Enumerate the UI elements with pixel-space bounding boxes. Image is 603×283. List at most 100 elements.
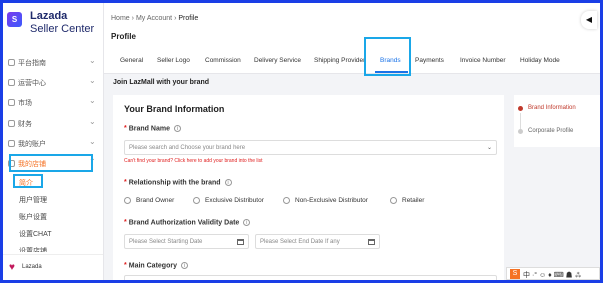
breadcrumb-my-account[interactable]: My Account [136,15,172,22]
lazada-seller-center-logo[interactable]: S Lazada Seller Center [7,10,104,40]
sidebar-item-label: 我的账户 [18,141,46,148]
top-bar: Home › My Account › Profile Profile ◀ [104,3,600,53]
tab-commission[interactable]: Commission [205,57,241,64]
sidebar-item-marketplace[interactable]: 市场 ⌄ [3,94,103,111]
brand-name-label: * Brand Name i [124,125,181,132]
lazada-heart-icon: ♥ [9,262,15,273]
sidebar-subitem-user-management[interactable]: 用户管理 [19,195,47,205]
add-brand-link[interactable]: Can't find your brand? Click here to add… [124,158,263,164]
radio-label: Exclusive Distributor [205,197,264,205]
chevron-down-icon: ⌄ [89,76,96,85]
info-icon[interactable]: i [180,262,188,269]
sidebar-item-label: 运营中心 [18,80,46,87]
required-mark: * [124,262,127,270]
ime-status-icons: 中 ·° ☺ ♦ ⌨ ☗ ⁂ [523,272,582,279]
info-icon[interactable]: i [224,179,232,186]
required-mark: * [124,219,127,227]
radio-circle-icon [193,197,200,204]
sidebar: S Lazada Seller Center 平台指南 ⌄ 运营中心 ⌄ 市场 … [3,3,104,280]
step-corporate-profile[interactable]: Corporate Profile [518,128,574,134]
page-title: Profile [111,32,136,41]
validity-date-label: * Brand Authorization Validity Date i [124,219,251,227]
radio-non-exclusive-distributor[interactable]: Non-Exclusive Distributor [283,197,368,204]
brand-name-label-text: Brand Name [128,125,170,133]
step-label: Brand Information [528,105,576,111]
tab-seller-logo[interactable]: Seller Logo [157,57,190,64]
info-icon[interactable]: i [173,125,181,132]
sidebar-subitem-store-settings[interactable]: 设置店铺 [19,246,47,252]
step-dot-inactive [518,129,523,134]
main-content: Home › My Account › Profile Profile ◀ Ge… [104,3,600,280]
end-date-picker[interactable]: Please Select End Date If any [255,234,380,249]
sidebar-item-my-account[interactable]: 我的账户 ⌄ [3,135,103,152]
radio-exclusive-distributor[interactable]: Exclusive Distributor [193,197,264,204]
end-date-placeholder: Please Select End Date If any [260,239,340,245]
validity-date-label-text: Brand Authorization Validity Date [128,219,240,227]
breadcrumb-separator: › [174,15,177,22]
tab-holiday-mode[interactable]: Holiday Mode [520,57,560,64]
radio-label: Non-Exclusive Distributor [295,197,368,205]
radio-circle-icon [390,197,397,204]
sidebar-subitem-account-settings[interactable]: 账户设置 [19,212,47,222]
radio-label: Retailer [402,197,425,205]
logo-text-lazada: Lazada [30,10,68,22]
ime-toolbar[interactable]: S 中 ·° ☺ ♦ ⌨ ☗ ⁂ [506,267,600,280]
sidebar-item-label: 平台指南 [18,60,46,67]
radio-retailer[interactable]: Retailer [390,197,424,204]
breadcrumb: Home › My Account › Profile [111,15,198,22]
screenshot-frame: S Lazada Seller Center 平台指南 ⌄ 运营中心 ⌄ 市场 … [3,3,600,280]
breadcrumb-separator: › [131,15,134,22]
highlight-box-intro [13,174,43,188]
sogou-ime-icon: S [510,269,520,279]
guide-icon [8,59,15,66]
required-mark: * [124,125,127,133]
required-mark: * [124,179,127,187]
chevron-down-icon: ⌄ [89,56,96,65]
sidebar-footer: ♥ Lazada [3,254,103,280]
breadcrumb-profile: Profile [178,15,199,22]
finance-icon [8,120,15,127]
calendar-icon [368,239,375,245]
logo-mark-icon: S [7,12,22,27]
tab-invoice-number[interactable]: Invoice Number [460,57,506,64]
tab-general[interactable]: General [120,57,143,64]
radio-brand-owner[interactable]: Brand Owner [124,197,174,204]
market-icon [8,99,15,106]
brand-info-card: Your Brand Information * Brand Name i Plea… [113,95,504,280]
logo-text-seller-center: Seller Center [30,23,95,35]
step-label: Corporate Profile [528,128,574,134]
highlight-box-my-store [9,154,93,172]
radio-circle-icon [124,197,131,204]
account-icon [8,140,15,147]
sidebar-item-label: 市场 [18,100,32,107]
collapse-panel-button[interactable]: ◀ [581,11,597,29]
operations-icon [8,79,15,86]
relationship-label-text: Relationship with the brand [128,179,221,187]
info-icon[interactable]: i [243,219,251,226]
step-brand-information[interactable]: Brand Information [518,105,576,111]
main-category-select[interactable] [124,275,497,280]
step-connector [520,113,521,129]
brand-search-select[interactable]: Please search and Choose your brand here… [124,140,497,155]
main-category-label: * Main Category i [124,262,188,269]
sidebar-item-label: 财务 [18,121,32,128]
start-date-picker[interactable]: Please Select Starting Date [124,234,249,249]
sidebar-subitem-chat-settings[interactable]: 设置CHAT [19,229,52,239]
sidebar-item-finance[interactable]: 财务 ⌄ [3,115,103,132]
chevron-down-icon: ⌄ [89,137,96,146]
chevron-down-icon: ⌄ [486,145,492,151]
tab-shipping-provider[interactable]: Shipping Provider [314,57,365,64]
sidebar-item-operations-center[interactable]: 运营中心 ⌄ [3,74,103,91]
radio-circle-icon [283,197,290,204]
sidebar-item-platform-guide[interactable]: 平台指南 ⌄ [3,54,103,71]
tab-payments[interactable]: Payments [415,57,444,64]
chevron-down-icon: ⌄ [89,117,96,126]
breadcrumb-home[interactable]: Home [111,15,130,22]
brand-search-placeholder: Please search and Choose your brand here [129,145,246,151]
calendar-icon [237,239,244,245]
card-title: Your Brand Information [124,104,225,114]
tab-delivery-service[interactable]: Delivery Service [254,57,301,64]
step-dot-active [518,106,523,111]
radio-label: Brand Owner [136,197,175,205]
progress-steps: Brand Information Corporate Profile [514,95,600,147]
